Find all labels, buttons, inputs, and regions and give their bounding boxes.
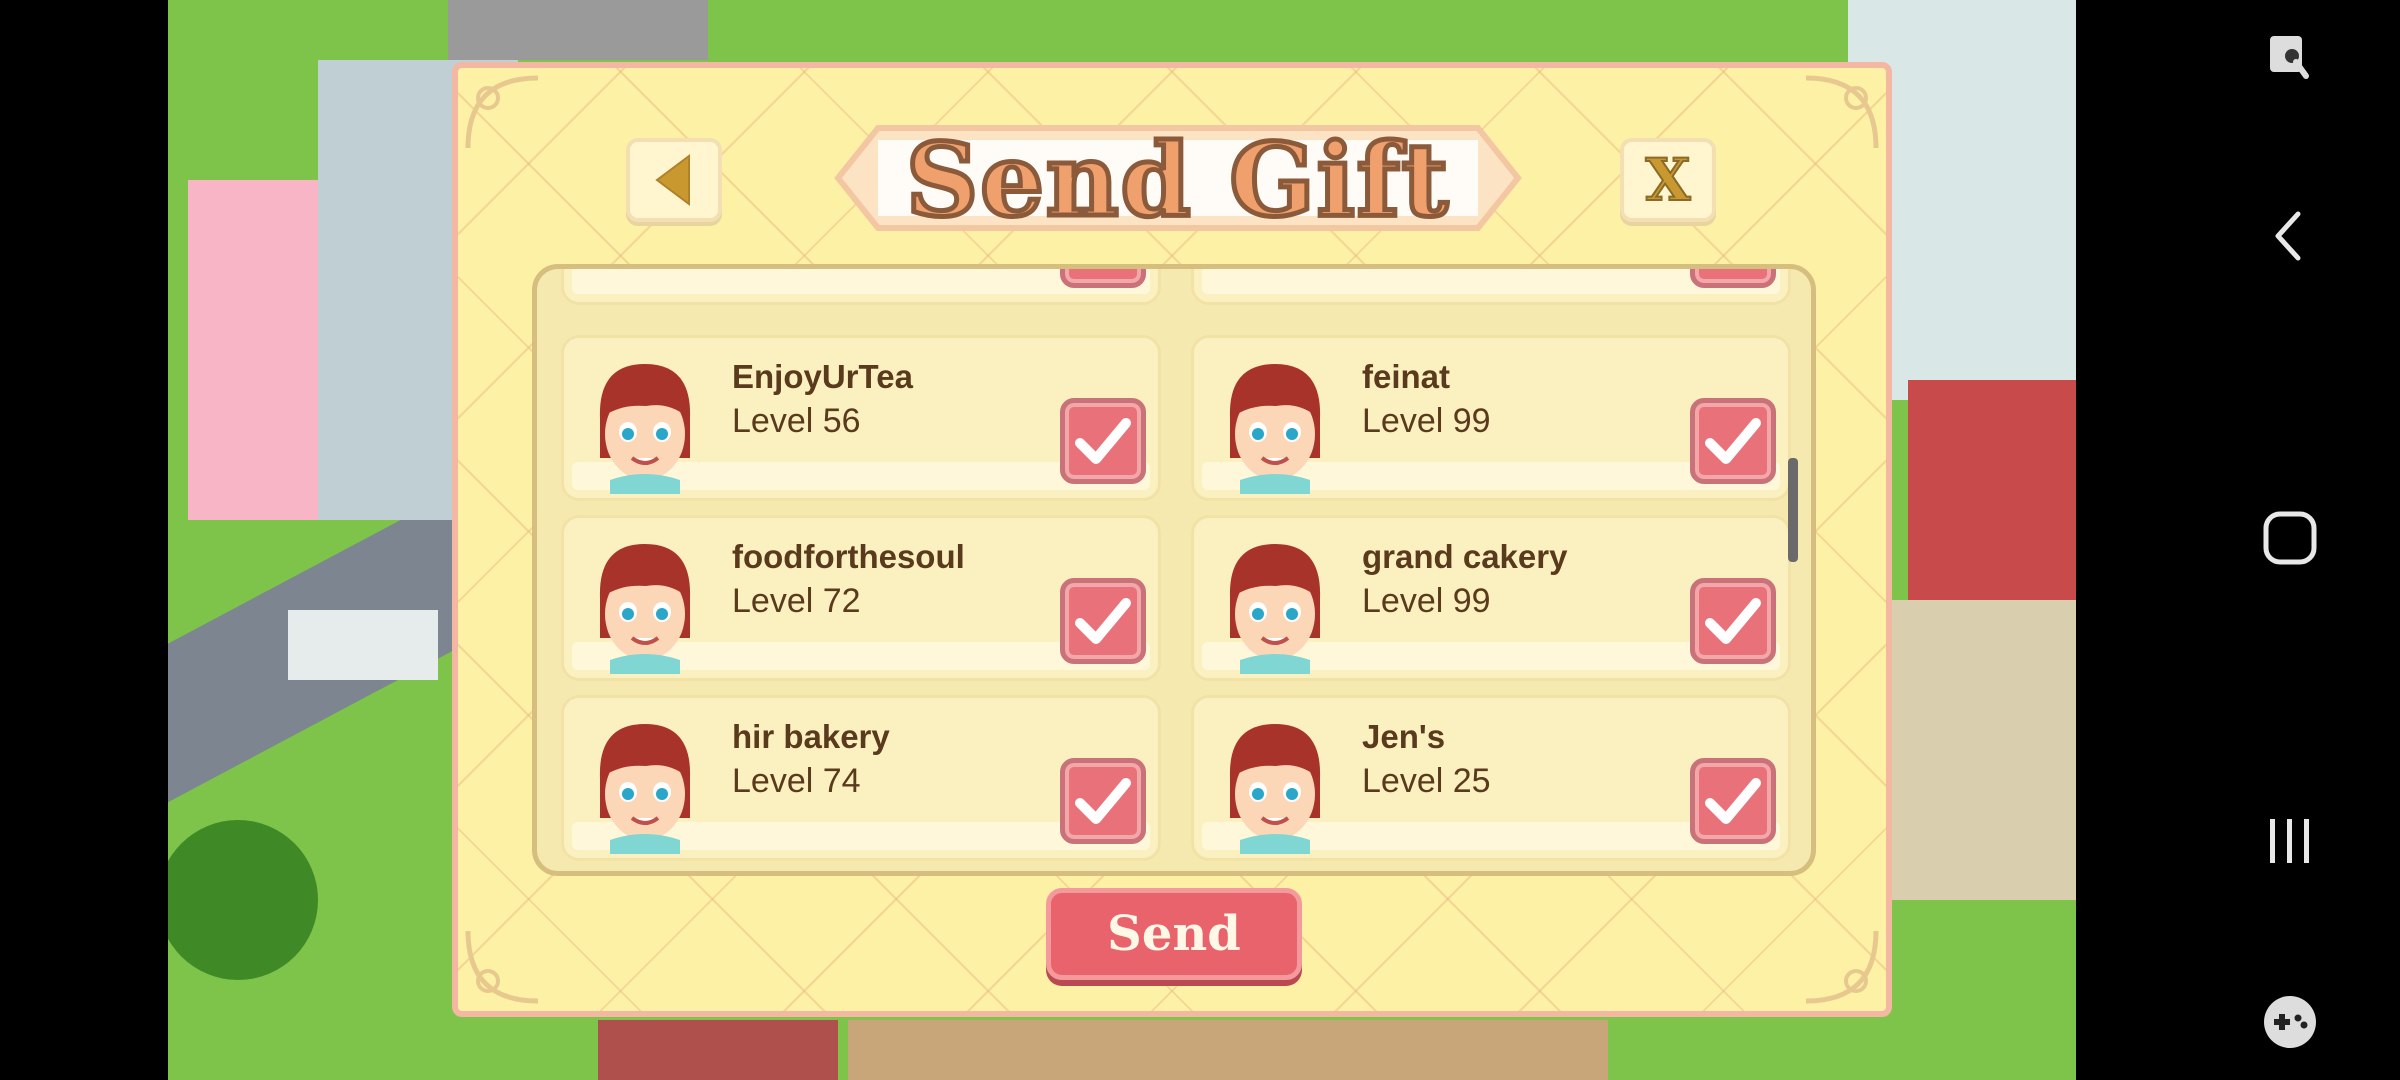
friend-name: Jen's [1362, 718, 1446, 755]
avatar [1229, 364, 1321, 494]
list-item [1191, 264, 1791, 305]
game-tools-icon[interactable] [2254, 986, 2326, 1058]
screenshot-edit-icon[interactable] [2254, 20, 2326, 92]
list-item: EnjoyUrTea Level 56 [561, 335, 1161, 501]
avatar [599, 724, 691, 854]
friend-level: Level 99 [1362, 582, 1491, 620]
home-icon[interactable] [2254, 502, 2326, 574]
back-button[interactable] [626, 138, 722, 222]
shop-floor [1888, 600, 2076, 900]
checkmark-icon [1705, 598, 1761, 644]
title-plate: Send Gift [818, 108, 1538, 248]
friend-level: Level 99 [1362, 402, 1491, 440]
send-button[interactable]: Send [1046, 888, 1302, 980]
send-gift-dialog: Send Gift X EnjoyUrTea Level 56 feinat L… [452, 62, 1892, 1017]
recents-icon[interactable] [2254, 805, 2326, 877]
close-button[interactable]: X [1620, 138, 1716, 222]
friend-name: feinat [1362, 358, 1451, 395]
avatar [1229, 544, 1321, 674]
corner-ornament-icon [465, 930, 539, 1004]
select-checkbox[interactable] [1690, 578, 1776, 664]
list-scrollbar[interactable] [1788, 458, 1798, 562]
list-item: grand cakery Level 99 [1191, 515, 1791, 681]
select-checkbox[interactable] [1690, 758, 1776, 844]
tree [168, 820, 318, 980]
checkmark-icon [1704, 264, 1762, 271]
select-checkbox[interactable] [1690, 264, 1776, 288]
checkmark-icon [1075, 598, 1131, 644]
triangle-left-icon [655, 154, 690, 206]
select-checkbox[interactable] [1060, 578, 1146, 664]
select-checkbox[interactable] [1690, 398, 1776, 484]
list-item: foodforthesoul Level 72 [561, 515, 1161, 681]
planter [288, 610, 438, 680]
floor-counter [848, 1020, 1608, 1080]
list-item: feinat Level 99 [1191, 335, 1791, 501]
friend-name: foodforthesoul [732, 538, 965, 575]
list-item: hir bakery Level 74 [561, 695, 1161, 861]
friend-level: Level 74 [732, 762, 861, 800]
close-label: X [1644, 145, 1691, 215]
friends-list[interactable]: EnjoyUrTea Level 56 feinat Level 99 food… [532, 264, 1816, 876]
friend-level: Level 72 [732, 582, 861, 620]
friend-level: Level 56 [732, 402, 861, 440]
rooftop [448, 0, 708, 60]
friend-name: hir bakery [732, 718, 890, 755]
corner-ornament-icon [465, 75, 539, 149]
home-design-sign [598, 1020, 838, 1080]
friend-name: grand cakery [1362, 538, 1568, 575]
select-checkbox[interactable] [1060, 758, 1146, 844]
avatar [599, 364, 691, 494]
dialog-title: Send Gift [904, 121, 1451, 239]
checkmark-icon [1705, 778, 1761, 824]
send-label: Send [1107, 906, 1241, 962]
list-item: Jen's Level 25 [1191, 695, 1791, 861]
checkmark-icon [1075, 418, 1131, 464]
friend-level: Level 25 [1362, 762, 1491, 800]
list-item [561, 264, 1161, 305]
checkmark-icon [1705, 418, 1761, 464]
avatar [1229, 724, 1321, 854]
corner-ornament-icon [1805, 930, 1879, 1004]
select-checkbox[interactable] [1060, 264, 1146, 288]
friend-name: EnjoyUrTea [732, 358, 913, 395]
checkmark-icon [1074, 264, 1132, 271]
back-icon[interactable] [2254, 200, 2326, 272]
avatar [599, 544, 691, 674]
checkmark-icon [1075, 778, 1131, 824]
select-checkbox[interactable] [1060, 398, 1146, 484]
corner-ornament-icon [1805, 75, 1879, 149]
